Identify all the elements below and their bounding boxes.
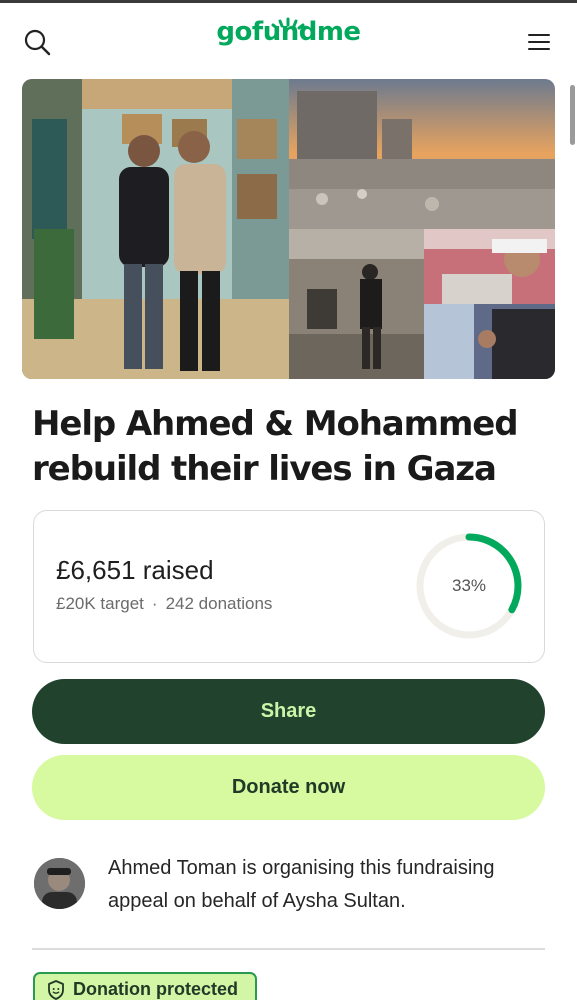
donation-count[interactable]: 242 donations (166, 594, 273, 613)
organiser-text: Ahmed Toman is organising this fundraisi… (108, 857, 495, 912)
donation-protected-label: Donation protected (73, 979, 238, 999)
divider (32, 948, 545, 950)
campaign-hero-image[interactable] (22, 79, 555, 379)
organiser-info: Ahmed Toman is organising this fundraisi… (32, 852, 545, 922)
organiser-avatar[interactable] (34, 858, 85, 909)
donation-protected-badge[interactable]: Donation protected (33, 972, 257, 1000)
gofundme-logo[interactable]: gofundme (0, 17, 577, 47)
meta-separator: · (151, 594, 158, 613)
progress-card: £6,651 raised £20K target · 242 donations … (33, 510, 545, 663)
header: gofundme (0, 3, 577, 73)
shield-icon (48, 980, 64, 1000)
campaign-title: Help Ahmed & Mohammed rebuild their live… (32, 404, 519, 489)
hamburger-menu-icon[interactable] (524, 27, 554, 57)
logo-sun-icon (271, 17, 305, 30)
progress-percent: 33% (451, 576, 487, 595)
campaign-meta: £20K target · 242 donations (56, 594, 272, 614)
target-amount: £20K target (56, 594, 144, 613)
scrollbar[interactable] (570, 85, 575, 145)
donate-now-button[interactable]: Donate now (32, 755, 545, 820)
amount-raised: £6,651 raised (56, 555, 214, 585)
share-button[interactable]: Share (32, 679, 545, 744)
